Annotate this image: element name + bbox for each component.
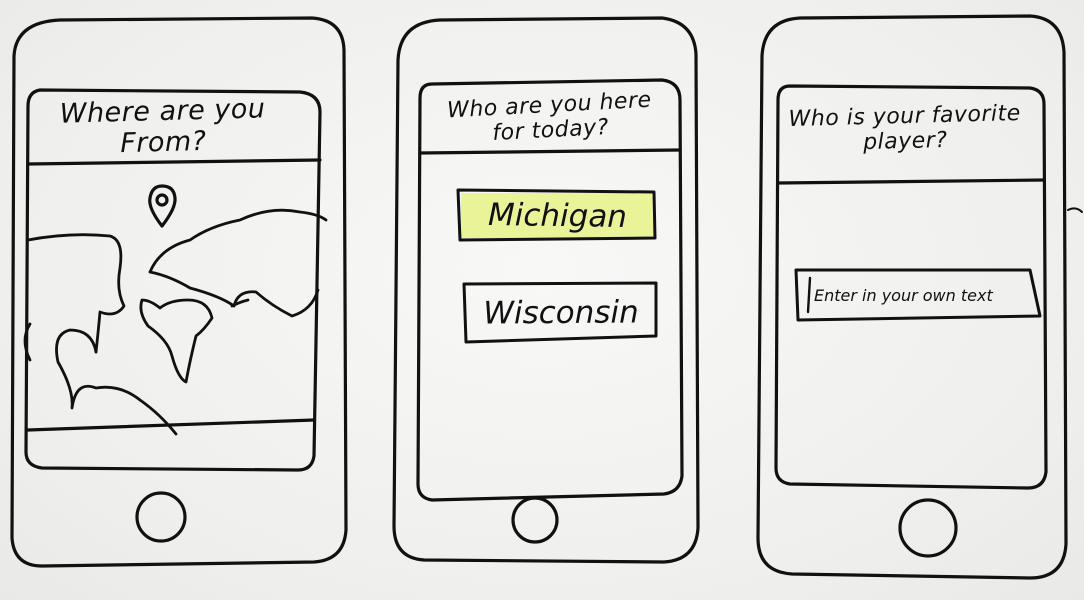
- paper-edge-mark: [1067, 207, 1083, 213]
- phone-3-header-divider: [776, 178, 1046, 185]
- screen-1-title: Where are you From?: [59, 93, 266, 160]
- phone-3-home-button: [898, 498, 958, 558]
- phone-1-home-button: [135, 491, 187, 543]
- phone-2-header-divider: [418, 148, 682, 155]
- michigan-button[interactable]: Michigan: [460, 191, 656, 241]
- phone-2-home-button: [511, 496, 559, 544]
- location-pin-icon: [148, 184, 177, 228]
- favorite-player-input[interactable]: Enter in your own text: [814, 275, 1034, 315]
- wisconsin-button[interactable]: Wisconsin: [466, 284, 656, 340]
- screen-3-title: Who is your favorite player?: [788, 100, 1022, 156]
- text-input-cursor: [806, 276, 812, 314]
- world-map-drawing: [23, 208, 328, 436]
- phone-1-header-divider: [26, 158, 322, 166]
